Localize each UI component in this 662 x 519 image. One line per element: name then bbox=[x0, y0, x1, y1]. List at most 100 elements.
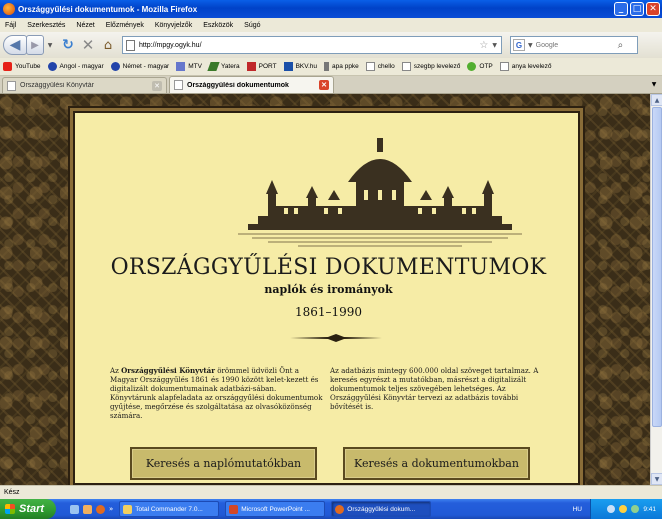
page-years: 1861–1990 bbox=[294, 305, 363, 319]
search-documents-button[interactable]: Keresés a dokumentumokban bbox=[343, 447, 530, 480]
history-dropdown-icon[interactable]: ▼ bbox=[46, 42, 54, 49]
web-content: ORSZÁGGYŰLÉSI DOKUMENTUMOK naplók és iro… bbox=[0, 94, 662, 485]
search-icon[interactable]: ⌕ bbox=[618, 40, 624, 51]
firefox-icon bbox=[335, 504, 345, 514]
stop-button[interactable]: ✕ bbox=[78, 36, 98, 54]
bookmark-anya-levelezo[interactable]: anya levelező bbox=[499, 62, 552, 71]
yatera-icon bbox=[207, 62, 220, 71]
search-input[interactable] bbox=[535, 41, 618, 49]
page-icon bbox=[365, 62, 375, 71]
menu-file[interactable]: Fájl bbox=[5, 22, 16, 29]
menu-bookmarks[interactable]: Könyvjelzők bbox=[155, 22, 192, 29]
total-commander-icon bbox=[123, 504, 133, 514]
youtube-icon bbox=[3, 62, 12, 71]
windows-flag-icon bbox=[5, 504, 15, 514]
task-total-commander[interactable]: Total Commander 7.0... bbox=[119, 501, 220, 517]
bookmark-mtv[interactable]: MTV bbox=[176, 62, 202, 71]
quicklaunch-icon[interactable] bbox=[70, 504, 79, 514]
menu-history[interactable]: Előzmények bbox=[106, 22, 144, 29]
page-icon bbox=[174, 80, 183, 90]
back-button[interactable]: ◀ bbox=[3, 35, 27, 55]
maximize-button[interactable]: □ bbox=[630, 2, 644, 16]
menu-bar: Fájl Szerkesztés Nézet Előzmények Könyvj… bbox=[0, 18, 662, 32]
url-bar[interactable]: http://mpgy.ogyk.hu/ ☆ ▼ bbox=[122, 36, 502, 54]
url-dropdown-icon[interactable]: ▼ bbox=[492, 42, 497, 49]
menu-help[interactable]: Súgó bbox=[244, 22, 260, 29]
scroll-up-arrow-icon[interactable]: ▲ bbox=[651, 94, 662, 106]
clock[interactable]: 9:41 bbox=[643, 506, 656, 513]
scroll-down-arrow-icon[interactable]: ▼ bbox=[651, 473, 662, 485]
bookmark-port[interactable]: PORT bbox=[246, 62, 277, 71]
main-panel: ORSZÁGGYŰLÉSI DOKUMENTUMOK naplók és iro… bbox=[73, 111, 580, 485]
page-title: ORSZÁGGYŰLÉSI DOKUMENTUMOK bbox=[110, 255, 547, 280]
menu-tools[interactable]: Eszközök bbox=[203, 22, 233, 29]
back-arrow-icon: ◀ bbox=[9, 37, 21, 53]
forward-arrow-icon: ▶ bbox=[31, 39, 39, 51]
tab-close-icon[interactable]: ✕ bbox=[319, 80, 329, 90]
start-button[interactable]: Start bbox=[0, 499, 56, 519]
firefox-icon bbox=[3, 3, 15, 15]
quick-launch bbox=[70, 504, 105, 514]
chevron-right-icon[interactable]: » bbox=[109, 505, 113, 513]
mtv-icon bbox=[176, 62, 186, 71]
ornament-divider bbox=[290, 334, 382, 342]
windows-taskbar: Start » Total Commander 7.0... Microsoft… bbox=[0, 499, 662, 519]
bookmark-star-icon[interactable]: ☆ bbox=[479, 40, 488, 51]
bookmark-bkv[interactable]: BKV.hu bbox=[283, 62, 317, 71]
reload-button[interactable]: ↻ bbox=[58, 37, 78, 53]
bookmark-yatera[interactable]: Yatera bbox=[207, 62, 240, 71]
menu-view[interactable]: Nézet bbox=[76, 22, 94, 29]
ppke-icon bbox=[324, 62, 330, 71]
page-icon bbox=[126, 39, 135, 51]
bkv-icon bbox=[283, 62, 293, 71]
url-text[interactable]: http://mpgy.ogyk.hu/ bbox=[139, 42, 479, 49]
language-indicator[interactable]: HU bbox=[573, 506, 582, 513]
minimize-button[interactable]: _ bbox=[614, 2, 628, 16]
page-icon bbox=[499, 62, 509, 71]
bookmark-szegbp[interactable]: szegbp levelező bbox=[401, 62, 460, 71]
close-button[interactable]: ✕ bbox=[646, 2, 660, 16]
firefox-icon[interactable] bbox=[96, 504, 105, 514]
window-titlebar: Országgyűlési dokumentumok - Mozilla Fir… bbox=[0, 0, 662, 18]
bookmark-youtube[interactable]: YouTube bbox=[3, 62, 41, 71]
navigation-toolbar: ◀ ▶ ▼ ↻ ✕ ⌂ http://mpgy.ogyk.hu/ ☆ ▼ G ▼… bbox=[0, 32, 662, 58]
tab-orszaggyulesi-dokumentumok[interactable]: Országgyűlési dokumentumok ✕ bbox=[169, 76, 334, 93]
intro-left-text: Az Országgyűlési Könyvtár örömmel üdvözl… bbox=[110, 366, 323, 420]
otp-icon bbox=[467, 62, 477, 71]
bookmark-chello[interactable]: chello bbox=[365, 62, 395, 71]
forward-button[interactable]: ▶ bbox=[26, 35, 44, 55]
port-icon bbox=[246, 62, 256, 71]
quicklaunch-icon[interactable] bbox=[83, 504, 92, 514]
status-text: Kész bbox=[4, 489, 20, 496]
task-firefox[interactable]: Országgyűlési dokum... bbox=[331, 501, 432, 517]
tab-orszaggyulesi-konyvtar[interactable]: Országgyűlési Könyvtár ✕ bbox=[2, 77, 167, 93]
search-index-button[interactable]: Keresés a naplómutatókban bbox=[130, 447, 317, 480]
scrollbar-thumb[interactable] bbox=[652, 107, 662, 427]
tab-list-dropdown-icon[interactable]: ▼ bbox=[648, 78, 660, 91]
task-powerpoint[interactable]: Microsoft PowerPoint ... bbox=[225, 501, 326, 517]
parliament-building-illustration bbox=[238, 138, 522, 247]
bookmark-otp[interactable]: OTP bbox=[467, 62, 493, 71]
tab-strip: Országgyűlési Könyvtár ✕ Országgyűlési d… bbox=[0, 76, 662, 94]
page-subtitle: naplók és irományok bbox=[264, 283, 393, 296]
tray-icon[interactable] bbox=[607, 505, 616, 513]
search-engine-dropdown-icon[interactable]: ▼ bbox=[528, 42, 533, 49]
menu-edit[interactable]: Szerkesztés bbox=[27, 22, 65, 29]
intro-right-text: Az adatbázis mintegy 600.000 oldal szöve… bbox=[330, 366, 539, 411]
bookmark-apa-ppke[interactable]: apa ppke bbox=[324, 62, 359, 71]
home-button[interactable]: ⌂ bbox=[98, 38, 118, 53]
window-title: Országgyűlési dokumentumok - Mozilla Fir… bbox=[18, 4, 198, 14]
bookmark-angol-magyar[interactable]: Angol - magyar bbox=[47, 62, 104, 71]
page-icon bbox=[401, 62, 411, 71]
system-tray: 9:41 bbox=[590, 499, 662, 519]
library-name: Országgyűlési Könyvtár bbox=[121, 366, 215, 375]
google-icon[interactable]: G bbox=[513, 39, 525, 51]
tray-icon[interactable] bbox=[619, 505, 628, 513]
status-bar: Kész bbox=[0, 485, 662, 499]
vertical-scrollbar[interactable]: ▲ ▼ bbox=[650, 94, 662, 485]
tray-icon[interactable] bbox=[631, 505, 640, 513]
tab-close-icon[interactable]: ✕ bbox=[152, 80, 162, 91]
bookmarks-toolbar: YouTube Angol - magyar Német - magyar MT… bbox=[0, 58, 662, 76]
bookmark-nemet-magyar[interactable]: Német - magyar bbox=[110, 62, 169, 71]
search-box[interactable]: G ▼ ⌕ bbox=[510, 36, 638, 54]
